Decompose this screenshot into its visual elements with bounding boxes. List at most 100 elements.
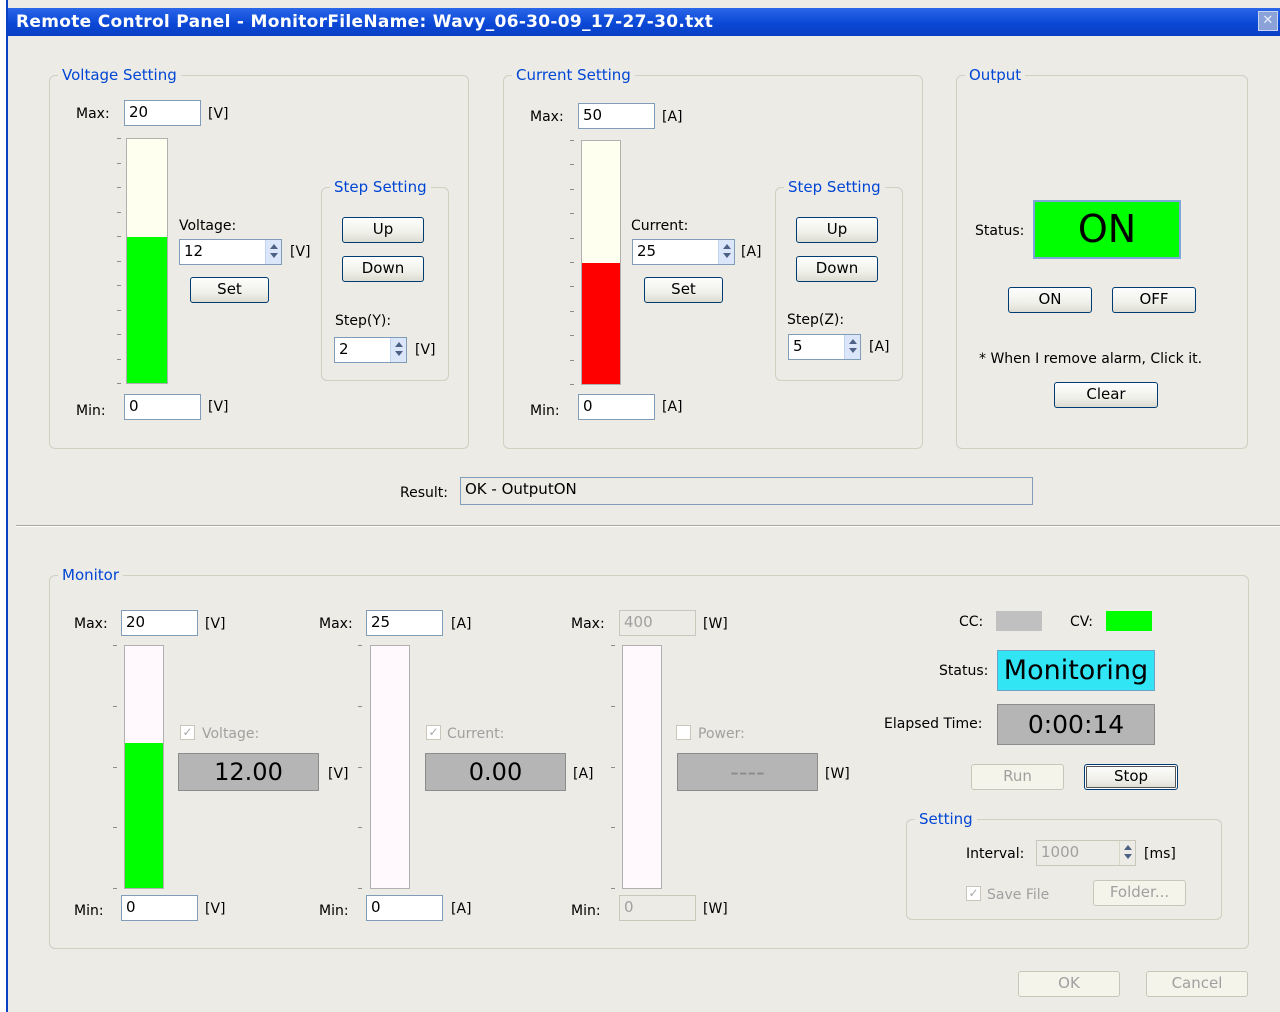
current-value-label: Current: bbox=[631, 218, 689, 234]
mon-current-min-input[interactable]: 0 bbox=[366, 895, 443, 921]
voltage-step-spin-icon[interactable] bbox=[390, 338, 406, 362]
scale-tick bbox=[358, 645, 362, 646]
elapsed-time-display: 0:00:14 bbox=[997, 704, 1155, 745]
mon-voltage-max-input[interactable]: 20 bbox=[121, 610, 198, 636]
current-step-input[interactable]: 5 bbox=[788, 334, 861, 360]
mon-current-max-input[interactable]: 25 bbox=[366, 610, 443, 636]
voltage-min-label: Min: bbox=[76, 403, 106, 419]
save-file-label: Save File bbox=[987, 887, 1050, 903]
mon-current-reading: 0.00 bbox=[425, 753, 566, 791]
save-file-checkbox[interactable]: ✓ bbox=[966, 886, 981, 901]
voltage-up-button[interactable]: Up bbox=[342, 217, 424, 243]
current-value-text: 25 bbox=[637, 242, 657, 260]
mon-voltage-min-label: Min: bbox=[74, 903, 104, 919]
voltage-value-input[interactable]: 12 bbox=[179, 239, 282, 265]
mon-power-max-input[interactable]: 400 bbox=[619, 610, 696, 636]
mon-voltage-reading: 12.00 bbox=[178, 753, 319, 791]
mon-power-reading: ---- bbox=[677, 753, 818, 791]
current-max-label: Max: bbox=[530, 109, 564, 125]
voltage-step-text: 2 bbox=[339, 340, 349, 358]
current-min-input[interactable]: 0 bbox=[578, 394, 655, 420]
current-max-input[interactable]: 50 bbox=[578, 103, 655, 129]
cc-indicator bbox=[996, 611, 1042, 631]
mon-voltage-bar-fill bbox=[125, 742, 163, 888]
interval-value: 1000 bbox=[1041, 843, 1080, 861]
voltage-step-input[interactable]: 2 bbox=[334, 337, 407, 363]
voltage-value-label: Voltage: bbox=[179, 218, 237, 234]
voltage-setting-title: Voltage Setting bbox=[58, 66, 181, 84]
current-setting-bar bbox=[581, 140, 621, 385]
elapsed-time-label: Elapsed Time: bbox=[884, 716, 983, 732]
output-status-indicator: ON bbox=[1033, 200, 1181, 259]
mon-voltage-reading-unit: [V] bbox=[328, 766, 349, 782]
mon-current-bar bbox=[370, 645, 410, 889]
mon-current-checkbox[interactable]: ✓ bbox=[426, 725, 441, 740]
output-on-button[interactable]: ON bbox=[1008, 287, 1092, 313]
stop-button[interactable]: Stop bbox=[1084, 764, 1178, 790]
current-down-button[interactable]: Down bbox=[796, 256, 878, 282]
scale-tick bbox=[611, 645, 615, 646]
scale-tick bbox=[570, 189, 574, 190]
mon-voltage-checkbox[interactable]: ✓ bbox=[180, 725, 195, 740]
scale-tick bbox=[117, 285, 121, 286]
scale-tick bbox=[117, 310, 121, 311]
mon-voltage-ticks bbox=[113, 645, 117, 889]
scale-tick bbox=[117, 261, 121, 262]
current-step-spin-icon[interactable] bbox=[844, 335, 860, 359]
scale-tick bbox=[570, 213, 574, 214]
voltage-scale-ticks bbox=[117, 138, 121, 384]
scale-tick bbox=[358, 888, 362, 889]
close-icon[interactable]: ✕ bbox=[1258, 11, 1278, 31]
scale-tick bbox=[570, 335, 574, 336]
output-off-button[interactable]: OFF bbox=[1112, 287, 1196, 313]
voltage-setting-bar bbox=[126, 138, 168, 384]
mon-voltage-min-input[interactable]: 0 bbox=[121, 895, 198, 921]
scale-tick bbox=[358, 706, 362, 707]
current-step-unit: [A] bbox=[869, 339, 890, 355]
mon-current-max-unit: [A] bbox=[451, 616, 472, 632]
mon-power-ticks bbox=[611, 645, 615, 889]
scale-tick bbox=[113, 888, 117, 889]
scale-tick bbox=[117, 383, 121, 384]
current-up-button[interactable]: Up bbox=[796, 217, 878, 243]
interval-spin-icon[interactable] bbox=[1119, 841, 1135, 865]
cancel-button[interactable]: Cancel bbox=[1146, 971, 1248, 997]
voltage-set-button[interactable]: Set bbox=[190, 277, 269, 303]
interval-input[interactable]: 1000 bbox=[1036, 840, 1136, 866]
mon-power-checkbox[interactable] bbox=[676, 725, 691, 740]
voltage-min-unit: [V] bbox=[208, 399, 229, 415]
current-set-button[interactable]: Set bbox=[644, 277, 723, 303]
mon-power-bar bbox=[622, 645, 662, 889]
current-spin-icon[interactable] bbox=[718, 240, 734, 264]
scale-tick bbox=[117, 236, 121, 237]
voltage-step-label: Step(Y): bbox=[335, 313, 392, 329]
voltage-min-input[interactable]: 0 bbox=[124, 394, 201, 420]
current-value-input[interactable]: 25 bbox=[632, 239, 735, 265]
mon-power-min-input[interactable]: 0 bbox=[619, 895, 696, 921]
scale-tick bbox=[113, 827, 117, 828]
current-step-text: 5 bbox=[793, 337, 803, 355]
monitor-status-indicator: Monitoring bbox=[997, 650, 1155, 691]
ok-button[interactable]: OK bbox=[1018, 971, 1120, 997]
scale-tick bbox=[117, 212, 121, 213]
voltage-spin-icon[interactable] bbox=[265, 240, 281, 264]
voltage-down-button[interactable]: Down bbox=[342, 256, 424, 282]
monitor-title: Monitor bbox=[58, 566, 124, 584]
scale-tick bbox=[611, 706, 615, 707]
remote-control-window: Remote Control Panel - MonitorFileName: … bbox=[6, 0, 1280, 1012]
scale-tick bbox=[611, 827, 615, 828]
scale-tick bbox=[570, 238, 574, 239]
scale-tick bbox=[570, 360, 574, 361]
mon-power-check-label: Power: bbox=[698, 726, 745, 742]
mon-power-reading-unit: [W] bbox=[825, 766, 850, 782]
mon-current-min-label: Min: bbox=[319, 903, 349, 919]
scale-tick bbox=[570, 140, 574, 141]
run-button[interactable]: Run bbox=[971, 764, 1064, 790]
output-title: Output bbox=[965, 66, 1026, 84]
mon-voltage-check-label: Voltage: bbox=[202, 726, 260, 742]
monitor-status-label: Status: bbox=[939, 663, 989, 679]
voltage-max-input[interactable]: 20 bbox=[124, 100, 201, 126]
clear-alarm-button[interactable]: Clear bbox=[1054, 382, 1158, 408]
mon-current-reading-unit: [A] bbox=[573, 766, 594, 782]
folder-button[interactable]: Folder... bbox=[1093, 880, 1186, 906]
